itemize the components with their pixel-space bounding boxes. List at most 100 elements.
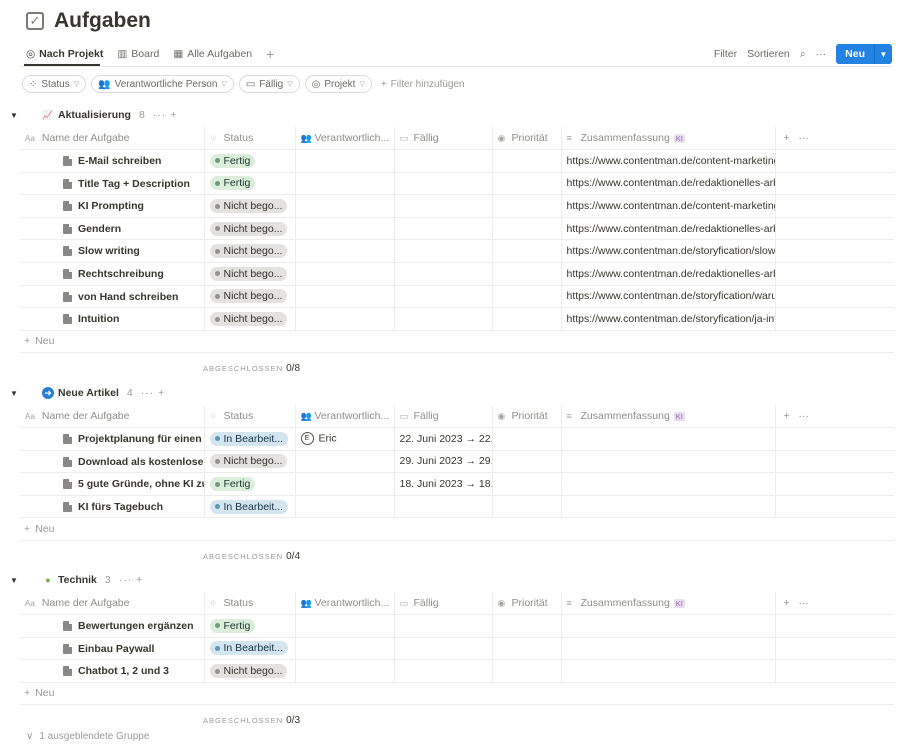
column-status[interactable]: ⁘ Status [204, 592, 296, 616]
due-cell[interactable] [394, 637, 493, 661]
status-cell[interactable]: Nicht bego... [204, 217, 296, 241]
table-row[interactable]: von Hand schreiben Nicht bego... https://w… [20, 285, 894, 309]
column-add[interactable]: + ··· [775, 405, 894, 429]
group-more-icon[interactable]: ··· + [141, 387, 166, 399]
calculation-summary[interactable]: ABGESCHLOSSEN 0/3 [203, 711, 300, 729]
chevron-down-icon[interactable]: ▼ [875, 44, 892, 64]
summary-cell[interactable]: https://www.contentman.de/redaktionelles… [561, 172, 776, 196]
group-more-icon[interactable]: ··· + [119, 574, 144, 586]
new-row-button[interactable]: + Neu [24, 518, 54, 540]
task-name-cell[interactable]: Title Tag + Description [20, 172, 205, 196]
column-name[interactable]: Aa Name der Aufgabe [20, 405, 205, 429]
person-cell[interactable] [295, 659, 395, 683]
more-icon[interactable]: ··· [798, 132, 809, 144]
tab-board[interactable]: ▥ Board [117, 48, 159, 60]
due-cell[interactable] [394, 149, 493, 173]
column-person[interactable]: 👥 Verantwortlich... [295, 592, 395, 616]
tab-nach-projekt[interactable]: ◎ Nach Projekt [26, 48, 103, 60]
summary-cell[interactable] [561, 637, 776, 661]
summary-cell[interactable] [561, 659, 776, 683]
toggle-triangle-icon[interactable]: ▼ [10, 389, 42, 398]
status-cell[interactable]: Nicht bego... [204, 659, 296, 683]
search-icon[interactable]: ⌕ [800, 48, 806, 61]
column-person[interactable]: 👥 Verantwortlich... [295, 127, 395, 151]
due-cell[interactable] [394, 659, 493, 683]
status-cell[interactable]: Fertig [204, 472, 296, 496]
calculation-summary[interactable]: ABGESCHLOSSEN 0/4 [203, 547, 300, 565]
summary-cell[interactable]: https://www.contentman.de/redaktionelles… [561, 262, 776, 286]
table-row[interactable]: Intuition Nicht bego... https://www.conten… [20, 307, 894, 331]
due-cell[interactable]: 18. Juni 2023 → 18. [394, 472, 493, 496]
person-cell[interactable] [295, 239, 395, 264]
due-cell[interactable] [394, 307, 493, 331]
priority-cell[interactable] [492, 307, 562, 331]
table-row[interactable]: KI fürs Tagebuch In Bearbeit... [20, 495, 894, 519]
status-cell[interactable]: Fertig [204, 149, 296, 173]
table-row[interactable]: Bewertungen ergänzen Fertig [20, 614, 894, 638]
filter-button[interactable]: Filter [714, 48, 737, 60]
status-cell[interactable]: In Bearbeit... [204, 495, 296, 519]
person-cell[interactable] [295, 637, 395, 661]
due-cell[interactable] [394, 262, 493, 286]
table-row[interactable]: Title Tag + Description Fertig https://www… [20, 172, 894, 196]
due-cell[interactable]: 29. Juni 2023 → 29. [394, 450, 493, 474]
status-cell[interactable]: In Bearbeit... [204, 637, 296, 661]
column-summary[interactable]: ≡ Zusammenfassung KI [561, 592, 776, 616]
person-cell[interactable] [295, 307, 395, 331]
status-cell[interactable]: In Bearbeit... [204, 427, 296, 451]
priority-cell[interactable] [492, 149, 562, 173]
due-cell[interactable] [394, 285, 493, 309]
column-add[interactable]: + ··· [775, 592, 894, 616]
task-name-cell[interactable]: 5 gute Gründe, ohne KI zu s [20, 472, 205, 496]
summary-cell[interactable]: https://www.contentman.de/content-market… [561, 149, 776, 173]
new-button[interactable]: Neu [836, 44, 875, 64]
task-name-cell[interactable]: Bewertungen ergänzen [20, 614, 205, 638]
calculation-summary[interactable]: ABGESCHLOSSEN 0/8 [203, 359, 300, 377]
priority-cell[interactable] [492, 450, 562, 474]
task-name-cell[interactable]: Rechtschreibung [20, 262, 205, 286]
task-name-cell[interactable]: Intuition [20, 307, 205, 331]
column-summary[interactable]: ≡ Zusammenfassung KI [561, 405, 776, 429]
summary-cell[interactable] [561, 450, 776, 474]
plus-icon[interactable]: + [784, 132, 790, 144]
summary-cell[interactable] [561, 614, 776, 638]
table-row[interactable]: Chatbot 1, 2 und 3 Nicht bego... [20, 659, 894, 683]
person-cell[interactable] [295, 450, 395, 474]
summary-cell[interactable] [561, 472, 776, 496]
column-due[interactable]: ▭ Fällig [394, 127, 493, 151]
person-cell[interactable] [295, 262, 395, 286]
plus-icon[interactable]: + [784, 597, 790, 609]
summary-cell[interactable] [561, 427, 776, 451]
column-name[interactable]: Aa Name der Aufgabe [20, 127, 205, 151]
due-cell[interactable] [394, 172, 493, 196]
column-person[interactable]: 👥 Verantwortlich... [295, 405, 395, 429]
status-cell[interactable]: Fertig [204, 172, 296, 196]
priority-cell[interactable] [492, 172, 562, 196]
status-cell[interactable]: Nicht bego... [204, 307, 296, 331]
summary-cell[interactable]: https://www.contentman.de/storyfication/… [561, 239, 776, 264]
add-filter-button[interactable]: + Filter hinzufügen [381, 79, 465, 90]
person-cell[interactable] [295, 194, 395, 218]
person-cell[interactable] [295, 285, 395, 309]
filter-chip-due[interactable]: ▭ Fällig ▽ [238, 75, 300, 93]
due-cell[interactable] [394, 495, 493, 519]
column-priority[interactable]: ◉ Priorität [492, 592, 562, 616]
summary-cell[interactable] [561, 495, 776, 519]
status-cell[interactable]: Nicht bego... [204, 194, 296, 218]
group-header[interactable]: ▼ ➜ Neue Artikel 4 ··· + [10, 385, 165, 401]
summary-cell[interactable]: https://www.contentman.de/content-market… [561, 194, 776, 218]
priority-cell[interactable] [492, 427, 562, 451]
due-cell[interactable] [394, 614, 493, 638]
person-cell[interactable] [295, 472, 395, 496]
toggle-triangle-icon[interactable]: ▼ [10, 111, 42, 120]
table-row[interactable]: KI Prompting Nicht bego... https://www.con… [20, 194, 894, 218]
table-row[interactable]: 5 gute Gründe, ohne KI zu s Fertig 18. Jun… [20, 472, 894, 496]
hidden-groups-toggle[interactable]: ∨ 1 ausgeblendete Gruppe [26, 731, 149, 742]
column-priority[interactable]: ◉ Priorität [492, 405, 562, 429]
more-icon[interactable]: ··· [798, 410, 809, 422]
column-status[interactable]: ⁘ Status [204, 127, 296, 151]
column-status[interactable]: ⁘ Status [204, 405, 296, 429]
person-cell[interactable] [295, 172, 395, 196]
person-cell[interactable] [295, 149, 395, 173]
filter-chip-person[interactable]: 👥 Verantwortliche Person ▽ [91, 75, 234, 93]
